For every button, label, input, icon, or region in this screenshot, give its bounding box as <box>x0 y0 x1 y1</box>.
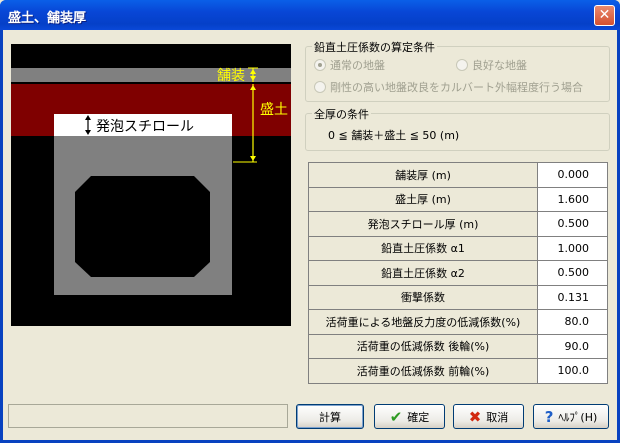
styrofoam-dimension-label: 発泡スチロール <box>96 119 194 135</box>
parameter-value-cell[interactable]: 80.0 <box>537 309 608 335</box>
parameter-label: 活荷重の低減係数 後輪(%) <box>308 333 538 359</box>
table-row: 活荷重の低減係数 後輪(%) 90.0 <box>308 333 608 359</box>
parameter-value-cell[interactable]: 1.600 <box>537 186 608 212</box>
calc-button[interactable]: 計算 <box>296 404 364 429</box>
culvert-opening <box>75 176 210 277</box>
cancel-button-label: 取消 <box>486 410 509 424</box>
earth-pressure-group-title: 鉛直土圧係数の算定条件 <box>312 39 437 55</box>
parameter-value-cell[interactable]: 0.131 <box>537 284 608 310</box>
parameter-table: 舗装厚 (m) 0.000 盛土厚 (m) 1.600 発泡スチロール厚 (m) 0.50… <box>308 162 608 384</box>
table-row: 衝撃係数 0.131 <box>308 284 608 310</box>
thickness-condition-text: 0 ≦ 舗装＋盛土 ≦ 50 (m) <box>328 129 460 142</box>
parameter-label: 発泡スチロール厚 (m) <box>308 211 538 237</box>
parameter-value-cell[interactable]: 90.0 <box>537 333 608 359</box>
table-row: 鉛直土圧係数 α1 1.000 <box>308 235 608 261</box>
help-button-label: ﾍﾙﾌﾟ(H) <box>558 410 598 424</box>
cross-icon: ✖ <box>468 407 482 426</box>
radio-normal-ground[interactable]: 通常の地盤 <box>314 57 385 73</box>
radio-improved-ground-indicator <box>314 81 326 93</box>
status-bar <box>8 404 288 428</box>
parameter-label: 舗装厚 (m) <box>308 162 538 188</box>
table-row: 舗装厚 (m) 0.000 <box>308 162 608 188</box>
window-title: 盛土、舗装厚 <box>8 11 87 26</box>
section-diagram-svg: 舗装 盛土 発泡スチロール <box>11 67 291 295</box>
radio-good-ground-indicator <box>456 59 468 71</box>
parameter-value-cell[interactable]: 0.000 <box>537 162 608 188</box>
parameter-value-cell[interactable]: 0.500 <box>537 260 608 286</box>
close-icon: ✕ <box>598 7 611 23</box>
radio-improved-ground-label: 剛性の高い地盤改良をカルバート外幅程度行う場合 <box>330 81 583 94</box>
help-button[interactable]: ? ﾍﾙﾌﾟ(H) <box>533 404 609 429</box>
table-row: 活荷重による地盤反力度の低減係数(%) 80.0 <box>308 309 608 335</box>
thickness-condition-group: 全厚の条件 0 ≦ 舗装＋盛土 ≦ 50 (m) <box>305 106 610 151</box>
cancel-button[interactable]: ✖ 取消 <box>453 404 524 429</box>
radio-normal-ground-indicator <box>314 59 326 71</box>
radio-good-ground[interactable]: 良好な地盤 <box>456 57 527 73</box>
table-row: 発泡スチロール厚 (m) 0.500 <box>308 211 608 237</box>
table-row: 活荷重の低減係数 前輪(%) 100.0 <box>308 358 608 384</box>
pavement-dimension-label: 舗装 <box>217 68 245 84</box>
help-question-icon: ? <box>544 407 554 426</box>
parameter-label: 衝撃係数 <box>308 284 538 310</box>
table-row: 鉛直土圧係数 α2 0.500 <box>308 260 608 286</box>
parameter-label: 活荷重による地盤反力度の低減係数(%) <box>308 309 538 335</box>
table-row: 盛土厚 (m) 1.600 <box>308 186 608 212</box>
dialog-client-area: 舗装 盛土 発泡スチロール 鉛直土圧係数の算定条件 通常の地盤 良好な地盤 剛性… <box>3 30 617 440</box>
ok-button[interactable]: ✔ 確定 <box>374 404 445 429</box>
calc-button-label: 計算 <box>319 410 341 424</box>
parameter-label: 盛土厚 (m) <box>308 186 538 212</box>
earth-pressure-group: 鉛直土圧係数の算定条件 通常の地盤 良好な地盤 剛性の高い地盤改良をカルバート外… <box>305 39 610 102</box>
parameter-value-cell[interactable]: 0.500 <box>537 211 608 237</box>
parameter-label: 鉛直土圧係数 α2 <box>308 260 538 286</box>
ok-button-label: 確定 <box>407 410 430 424</box>
thickness-condition-title: 全厚の条件 <box>312 106 371 122</box>
radio-good-ground-label: 良好な地盤 <box>472 59 527 72</box>
parameter-value-cell[interactable]: 100.0 <box>537 358 608 384</box>
section-diagram: 舗装 盛土 発泡スチロール <box>11 44 291 326</box>
pavement-layer <box>11 68 291 82</box>
dialog-window: 盛土、舗装厚 ✕ 舗装 盛土 発泡スチロール 鉛直土圧係数の算定条件 通常の地盤… <box>0 0 620 443</box>
radio-improved-ground[interactable]: 剛性の高い地盤改良をカルバート外幅程度行う場合 <box>314 79 583 95</box>
fill-dimension-label: 盛土 <box>260 102 288 118</box>
close-button[interactable]: ✕ <box>594 5 615 26</box>
parameter-value-cell[interactable]: 1.000 <box>537 235 608 261</box>
radio-normal-ground-label: 通常の地盤 <box>330 59 385 72</box>
title-bar[interactable]: 盛土、舗装厚 ✕ <box>0 0 620 30</box>
checkmark-icon: ✔ <box>389 407 403 426</box>
parameter-label: 活荷重の低減係数 前輪(%) <box>308 358 538 384</box>
parameter-label: 鉛直土圧係数 α1 <box>308 235 538 261</box>
